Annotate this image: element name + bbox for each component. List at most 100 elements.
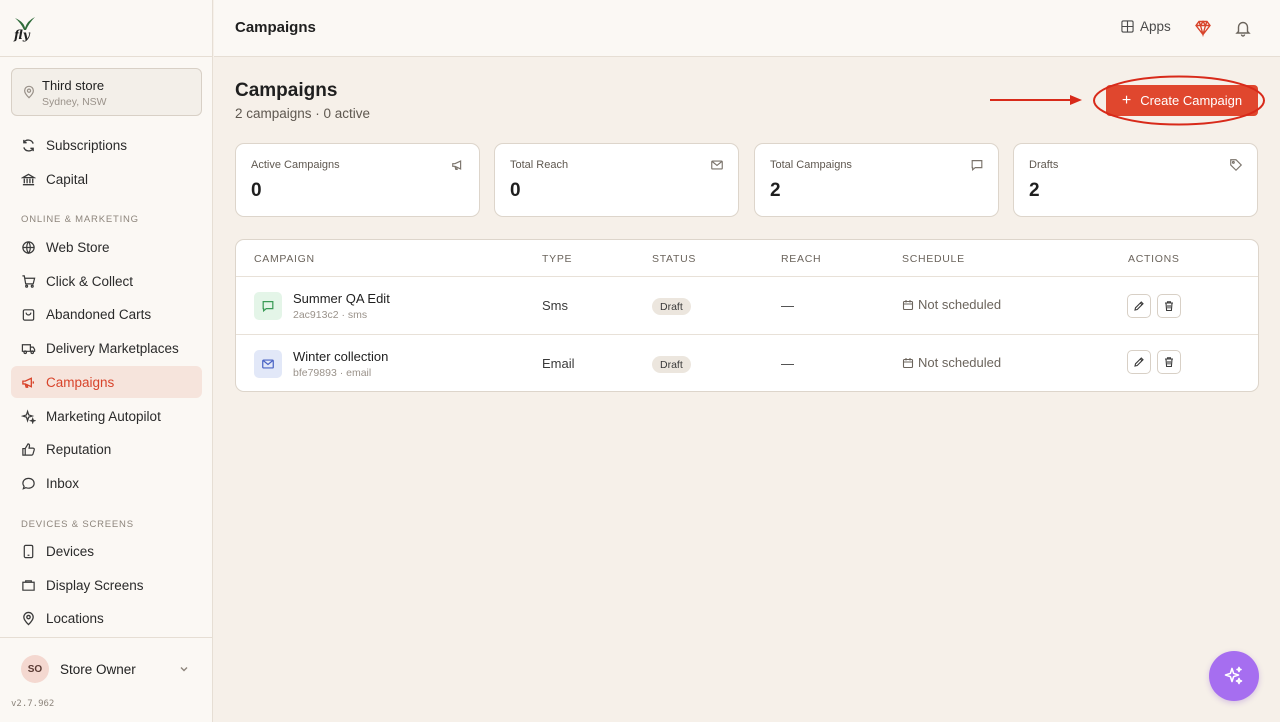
column-header: TYPE — [542, 253, 573, 265]
bell-icon[interactable] — [1234, 19, 1252, 37]
store-location: Sydney, NSW — [42, 96, 107, 108]
mail-icon — [254, 350, 282, 378]
stat-card-drafts: Drafts 2 — [1013, 143, 1258, 217]
grid-icon — [1121, 20, 1134, 33]
stat-card-total-campaigns: Total Campaigns 2 — [754, 143, 999, 217]
sidebar-item-web-store[interactable]: Web Store — [11, 231, 202, 263]
calendar-icon — [902, 299, 914, 310]
stat-value: 2 — [770, 180, 781, 201]
annotation-arrow — [990, 95, 1082, 105]
sparkles-icon — [21, 408, 36, 424]
store-name: Third store — [42, 78, 105, 93]
section-title-online-marketing: ONLINE & MARKETING — [21, 214, 139, 225]
table-row[interactable]: Winter collection bfe79893 · email Email… — [236, 335, 1258, 391]
pencil-icon — [1134, 301, 1144, 311]
stat-card-active-campaigns: Active Campaigns 0 — [235, 143, 480, 217]
sidebar-item-label: Click & Collect — [46, 273, 134, 289]
stat-label: Drafts — [1029, 159, 1059, 171]
divider — [0, 637, 213, 638]
sidebar-item-label: Marketing Autopilot — [46, 408, 161, 424]
sidebar-item-label: Capital — [46, 171, 89, 187]
sidebar-item-marketing-autopilot[interactable]: Marketing Autopilot — [11, 400, 202, 432]
stat-card-total-reach: Total Reach 0 — [494, 143, 739, 217]
delete-button[interactable] — [1157, 294, 1181, 318]
sidebar-item-label: Locations — [46, 610, 104, 626]
sidebar-item-label: Display Screens — [46, 577, 144, 593]
sidebar-item-abandoned-carts[interactable]: Abandoned Carts — [11, 298, 202, 330]
campaign-type: Email — [542, 356, 575, 371]
thumbs-up-icon — [22, 442, 35, 456]
pin-icon — [24, 85, 34, 99]
bank-icon — [21, 173, 36, 185]
sidebar-item-label: Subscriptions — [46, 137, 128, 153]
create-campaign-label: Create Campaign — [1140, 93, 1243, 108]
basket-icon — [22, 308, 35, 321]
column-header: STATUS — [652, 253, 697, 265]
sidebar-item-label: Inbox — [46, 475, 80, 491]
sidebar-item-click-collect[interactable]: Click & Collect — [11, 265, 202, 297]
table-row[interactable]: Summer QA Edit 2ac913c2 · sms Sms Draft … — [236, 277, 1258, 335]
megaphone-icon — [22, 376, 35, 388]
stat-value: 2 — [1029, 180, 1040, 201]
user-name: Store Owner — [60, 661, 136, 677]
campaign-schedule: Not scheduled — [902, 355, 1001, 370]
ai-assistant-button[interactable] — [1209, 651, 1259, 701]
logo-text: fly — [14, 28, 30, 42]
cart-icon — [22, 274, 36, 288]
stat-value: 0 — [251, 180, 262, 201]
apps-button[interactable]: Apps — [1121, 19, 1171, 34]
sidebar-item-capital[interactable]: Capital — [11, 163, 202, 195]
sms-icon — [254, 292, 282, 320]
column-header: SCHEDULE — [902, 253, 965, 265]
chevron-down-icon — [180, 667, 188, 672]
divider — [0, 56, 213, 57]
megaphone-icon — [452, 160, 462, 170]
truck-icon — [21, 343, 36, 354]
schedule-text: Not scheduled — [918, 355, 1002, 370]
stat-label: Total Campaigns — [770, 159, 852, 171]
sidebar-item-label: Campaigns — [46, 374, 115, 390]
page-subtitle: 2 campaigns · 0 active — [235, 106, 371, 121]
screen-icon — [22, 579, 35, 591]
apps-label: Apps — [1140, 19, 1171, 34]
campaign-meta: 2ac913c2 · sms — [293, 309, 368, 321]
schedule-text: Not scheduled — [918, 297, 1002, 312]
avatar: SO — [21, 655, 49, 683]
campaign-name[interactable]: Winter collection — [293, 349, 388, 364]
pencil-icon — [1134, 357, 1144, 367]
top-bar: Campaigns Apps — [214, 0, 1280, 57]
sidebar-item-reputation[interactable]: Reputation — [11, 433, 202, 465]
delete-button[interactable] — [1157, 350, 1181, 374]
header-title: Campaigns — [235, 19, 316, 36]
sidebar-item-devices[interactable]: Devices — [11, 535, 202, 567]
sidebar-item-locations[interactable]: Locations — [11, 602, 202, 634]
edit-button[interactable] — [1127, 294, 1151, 318]
refresh-icon — [23, 138, 34, 152]
gem-icon[interactable] — [1194, 19, 1212, 37]
sidebar-item-subscriptions[interactable]: Subscriptions — [11, 129, 202, 161]
sidebar-item-inbox[interactable]: Inbox — [11, 467, 202, 499]
pin-icon — [23, 611, 34, 626]
campaign-meta: bfe79893 · email — [293, 367, 372, 379]
sidebar-item-label: Abandoned Carts — [46, 306, 152, 322]
status-badge: Draft — [652, 356, 691, 373]
sidebar-item-display-screens[interactable]: Display Screens — [11, 569, 202, 601]
message-icon — [971, 160, 983, 172]
campaign-type: Sms — [542, 298, 568, 313]
campaign-schedule: Not scheduled — [902, 297, 1001, 312]
sidebar-item-delivery-marketplaces[interactable]: Delivery Marketplaces — [11, 332, 202, 364]
sidebar-item-label: Devices — [46, 543, 95, 559]
create-campaign-button[interactable]: + Create Campaign — [1106, 85, 1258, 116]
store-selector[interactable]: Third store Sydney, NSW — [11, 68, 202, 116]
sidebar: fly Third store Sydney, NSW Subscription… — [0, 0, 213, 722]
column-header: CAMPAIGN — [254, 253, 315, 265]
campaign-reach: — — [781, 298, 794, 313]
sidebar-item-label: Web Store — [46, 239, 110, 255]
sidebar-item-campaigns[interactable]: Campaigns — [11, 366, 202, 398]
campaign-name[interactable]: Summer QA Edit — [293, 291, 390, 306]
edit-button[interactable] — [1127, 350, 1151, 374]
plus-icon: + — [1121, 91, 1132, 109]
page-title: Campaigns — [235, 80, 338, 101]
chat-icon — [22, 477, 35, 490]
user-menu[interactable]: SO Store Owner — [11, 651, 202, 687]
